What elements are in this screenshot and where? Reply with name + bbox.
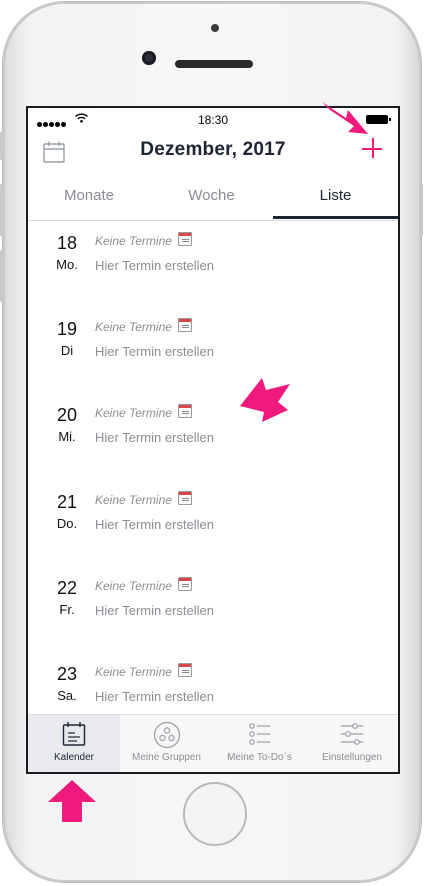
tabbar-label: Kalender: [53, 752, 95, 763]
no-events-text: Keine Termine: [95, 320, 172, 334]
tabbar-item-einstellungen[interactable]: Einstellungen: [306, 715, 398, 772]
create-event-link[interactable]: Hier Termin erstellen: [95, 344, 214, 359]
tabbar-item-kalender[interactable]: Kalender: [28, 715, 120, 772]
day-number: 21: [56, 492, 78, 512]
tabbar-item-todos[interactable]: Meine To-Do`s: [213, 715, 306, 772]
day-name: Di: [60, 343, 74, 358]
day-number: 22: [56, 578, 78, 598]
no-events-text: Keine Termine: [95, 579, 172, 593]
no-events-text: Keine Termine: [95, 406, 172, 420]
day-name: Fr.: [59, 602, 75, 617]
proximity-sensor: [211, 24, 219, 32]
create-event-link[interactable]: Hier Termin erstellen: [95, 517, 214, 532]
nav-bar: Dezember, 2017: [28, 132, 398, 176]
mute-switch: [0, 132, 3, 160]
active-tab-indicator: [273, 216, 398, 219]
tab-woche[interactable]: Woche: [150, 176, 273, 220]
day-row: 18 Mo. Keine Termine Hier Termin erstell…: [28, 221, 398, 307]
home-button[interactable]: [183, 782, 247, 846]
tabbar-label: Meine Gruppen: [132, 752, 201, 763]
no-events-text: Keine Termine: [95, 234, 172, 248]
no-events-text: Keine Termine: [95, 493, 172, 507]
day-row: 20 Mi. Keine Termine Hier Termin erstell…: [28, 393, 398, 479]
arrow-pointer-list: [240, 378, 290, 422]
day-name: Mi.: [58, 429, 76, 444]
memo-icon: [178, 663, 192, 677]
day-row: 19 Di Keine Termine Hier Termin erstelle…: [28, 307, 398, 393]
day-number: 19: [56, 319, 78, 339]
tabbar-label: Einstellungen: [321, 752, 383, 763]
add-event-button[interactable]: [360, 136, 386, 162]
month-title: Dezember, 2017: [140, 139, 286, 160]
day-name: Do.: [56, 516, 78, 531]
day-number: 20: [56, 405, 78, 425]
todo-list-icon: [248, 723, 270, 745]
day-name: Mo.: [56, 257, 78, 272]
create-event-link[interactable]: Hier Termin erstellen: [95, 603, 214, 618]
arrow-pointer-kalender: [48, 780, 96, 822]
create-event-link[interactable]: Hier Termin erstellen: [95, 258, 214, 273]
day-name: Sa.: [57, 688, 77, 703]
memo-icon: [178, 577, 192, 591]
tab-monate[interactable]: Monate: [28, 176, 150, 220]
power-button: [420, 184, 423, 236]
calendar-icon: [62, 722, 86, 746]
volume-up-button: [0, 184, 3, 236]
groups-icon: [153, 721, 180, 749]
day-row: 22 Fr. Keine Termine Hier Termin erstell…: [28, 566, 398, 652]
no-events-text: Keine Termine: [95, 665, 172, 679]
app-screen: 18:30 Dezember, 2017 Monate Woche Liste …: [28, 108, 398, 772]
memo-icon: [178, 491, 192, 505]
bottom-tab-bar: Kalender Meine Gruppen Meine To-Do`s Ein…: [28, 714, 398, 772]
create-event-link[interactable]: Hier Termin erstellen: [95, 689, 214, 704]
day-row: 21 Do. Keine Termine Hier Termin erstell…: [28, 480, 398, 566]
tabbar-label: Meine To-Do`s: [227, 752, 292, 763]
earpiece-speaker: [175, 60, 253, 68]
day-list: 18 Mo. Keine Termine Hier Termin erstell…: [28, 221, 398, 714]
memo-icon: [178, 232, 192, 246]
day-number: 23: [56, 664, 78, 684]
volume-down-button: [0, 250, 3, 302]
tab-liste[interactable]: Liste: [273, 176, 398, 220]
memo-icon: [178, 318, 192, 332]
create-event-link[interactable]: Hier Termin erstellen: [95, 430, 214, 445]
memo-icon: [178, 404, 192, 418]
day-row: 23 Sa. Keine Termine Hier Termin erstell…: [28, 652, 398, 714]
tabbar-item-gruppen[interactable]: Meine Gruppen: [120, 715, 213, 772]
settings-sliders-icon: [341, 723, 363, 745]
arrow-pointer-plus: [322, 102, 368, 134]
day-number: 18: [56, 233, 78, 253]
front-camera: [142, 51, 156, 65]
view-tabs: Monate Woche Liste: [28, 176, 398, 221]
